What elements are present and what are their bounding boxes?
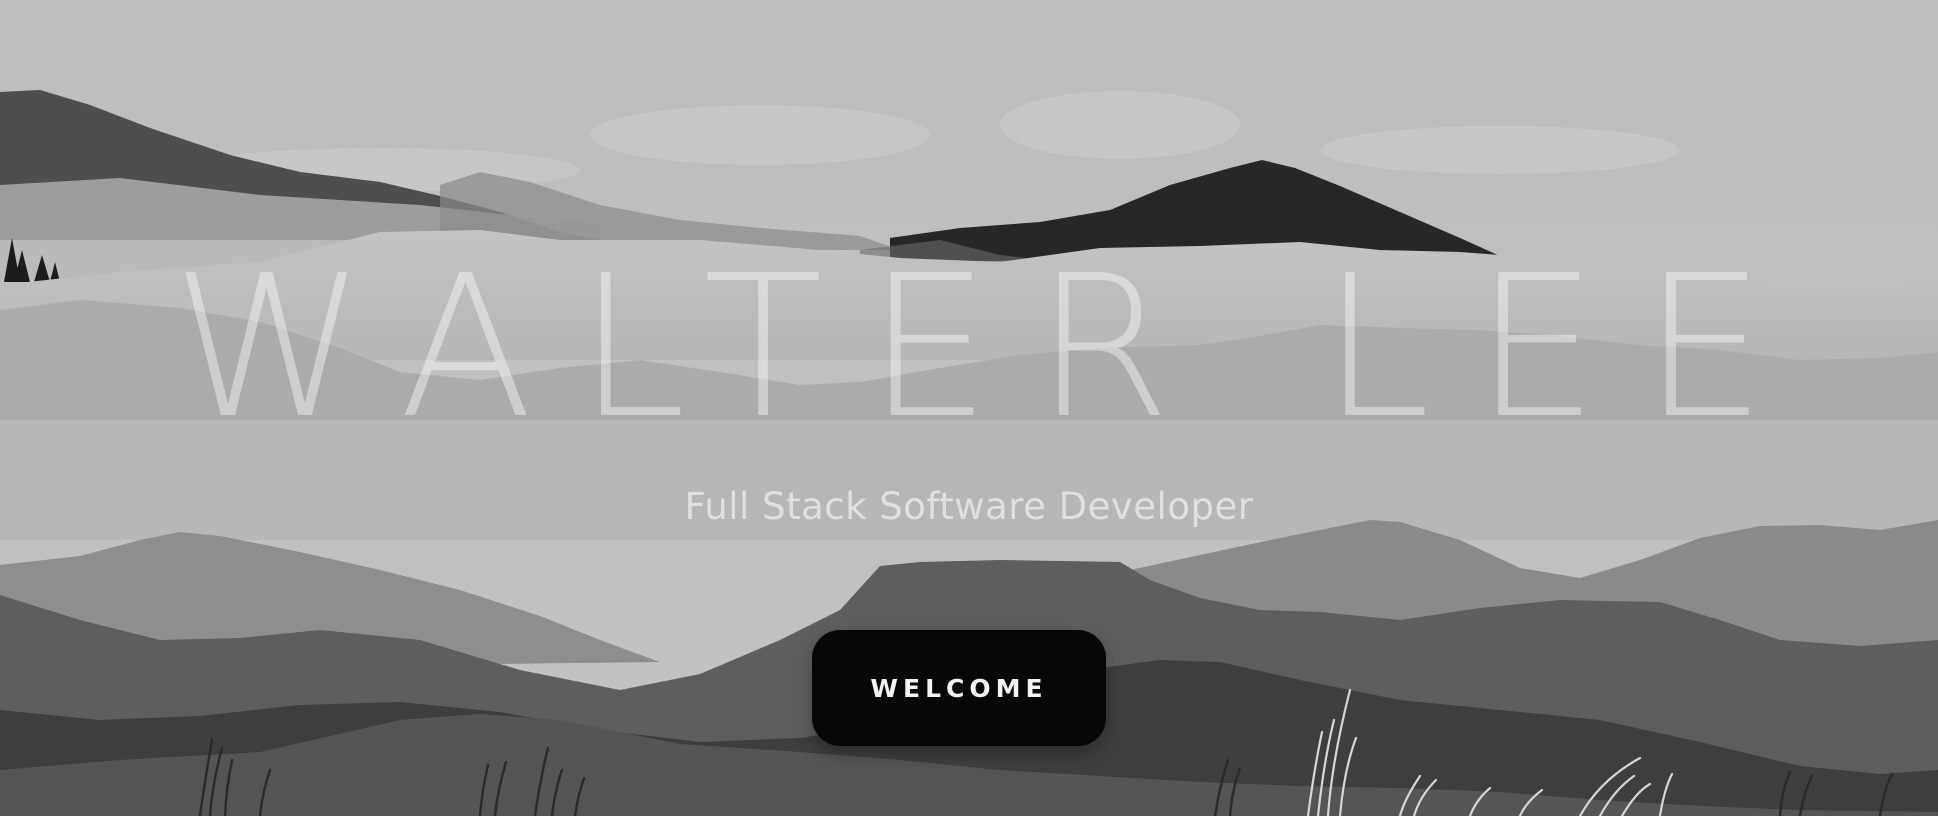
hero-name-title: WALTER LEE xyxy=(171,234,1811,462)
welcome-button[interactable]: WELCOME xyxy=(812,630,1106,746)
hero-section: WALTER LEE Full Stack Software Developer… xyxy=(0,0,1938,816)
hero-tagline: Full Stack Software Developer xyxy=(684,485,1254,528)
